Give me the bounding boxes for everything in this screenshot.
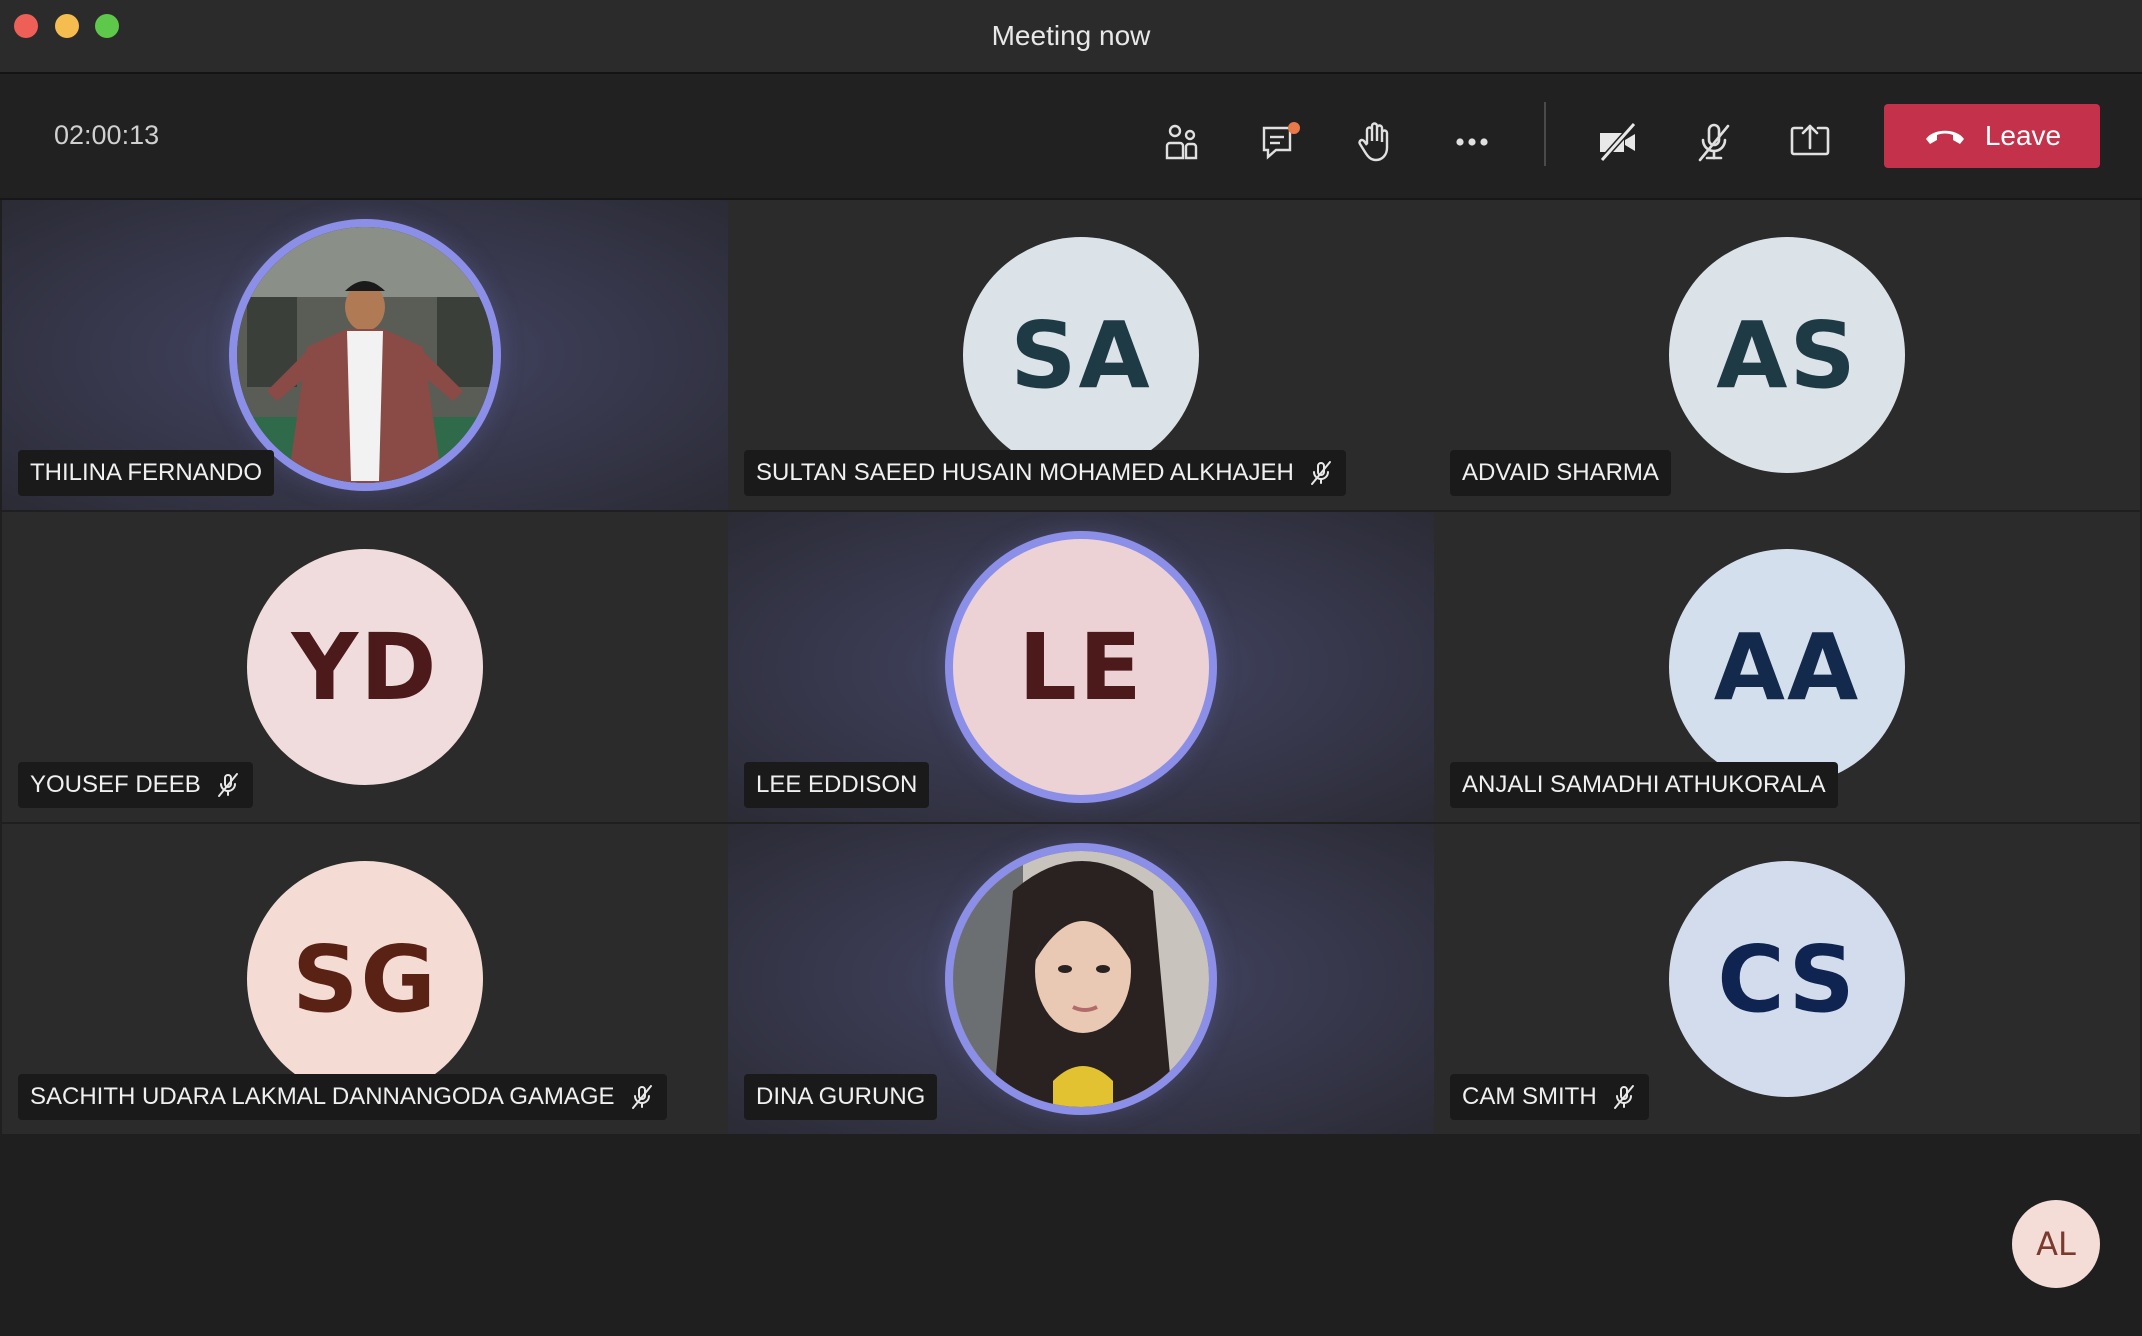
mic-toggle-button[interactable]	[1682, 110, 1746, 174]
teams-meeting-window: Meeting now 02:00:13 Leave THILINA FERNA…	[0, 0, 2142, 1336]
chat-icon	[1262, 122, 1300, 160]
participant-name-tag: SULTAN SAEED HUSAIN MOHAMED ALKHAJEH	[744, 450, 1346, 496]
participant-name-tag: LEE EDDISON	[744, 762, 930, 808]
participant-name-tag: ANJALI SAMADHI ATHUKORALA	[1450, 762, 1838, 808]
camera-off-icon	[1599, 122, 1637, 162]
participants-icon	[1165, 124, 1198, 160]
share-screen-icon	[1790, 124, 1830, 156]
participant-name: ADVAID SHARMA	[1462, 459, 1659, 486]
participant-tile[interactable]: CS CAM SMITH	[1434, 824, 2140, 1134]
participant-tile[interactable]: AS ADVAID SHARMA	[1434, 200, 2140, 510]
muted-mic-icon	[631, 1085, 652, 1109]
participant-name: SULTAN SAEED HUSAIN MOHAMED ALKHAJEH	[756, 459, 1294, 486]
leave-label: Leave	[1984, 120, 2062, 151]
share-screen-button[interactable]	[1778, 110, 1842, 174]
window-title: Meeting now	[991, 20, 1151, 51]
participant-avatar: YD	[247, 549, 483, 785]
self-avatar[interactable]: AL	[2012, 1200, 2100, 1288]
title-bar: Meeting now	[0, 0, 2142, 74]
chat-notification-badge	[1288, 122, 1300, 134]
muted-mic-icon	[1310, 461, 1331, 485]
mic-off-icon	[1698, 123, 1730, 162]
participant-tile[interactable]: LE LEE EDDISON	[728, 512, 1434, 822]
participant-name: LEE EDDISON	[756, 771, 918, 798]
raise-hand-button[interactable]	[1343, 110, 1407, 174]
participant-tile[interactable]: AA ANJALI SAMADHI ATHUKORALA	[1434, 512, 2140, 822]
participant-avatar: AA	[1669, 549, 1905, 785]
participant-grid: THILINA FERNANDO SA SULTAN SAEED HUSAIN …	[2, 200, 2140, 1146]
participant-avatar: AS	[1669, 237, 1905, 473]
participant-avatar: SA	[963, 237, 1199, 473]
more-options-icon	[1456, 138, 1488, 146]
muted-mic-icon	[217, 773, 238, 797]
participant-tile[interactable]: YD YOUSEF DEEB	[2, 512, 728, 822]
participant-avatar: LE	[953, 539, 1209, 795]
participant-tile[interactable]: SG SACHITH UDARA LAKMAL DANNANGODA GAMAG…	[2, 824, 728, 1134]
participant-name-tag: CAM SMITH	[1450, 1074, 1649, 1120]
participants-button[interactable]	[1150, 110, 1214, 174]
meeting-toolbar: 02:00:13 Leave	[0, 74, 2142, 200]
participant-name: DINA GURUNG	[756, 1083, 926, 1110]
leave-button[interactable]: Leave	[1884, 104, 2100, 168]
hang-up-icon	[1925, 130, 1964, 144]
participant-name-tag: SACHITH UDARA LAKMAL DANNANGODA GAMAGE	[18, 1074, 667, 1120]
participant-name-tag: ADVAID SHARMA	[1450, 450, 1671, 496]
chat-button[interactable]	[1248, 110, 1312, 174]
participant-photo	[953, 851, 1209, 1107]
participant-name: YOUSEF DEEB	[30, 771, 201, 798]
camera-toggle-button[interactable]	[1586, 110, 1650, 174]
more-options-button[interactable]	[1440, 110, 1504, 174]
participant-name-tag: DINA GURUNG	[744, 1074, 938, 1120]
participant-photo	[237, 227, 493, 483]
muted-mic-icon	[1613, 1085, 1634, 1109]
participant-name-tag: YOUSEF DEEB	[18, 762, 253, 808]
participant-name: SACHITH UDARA LAKMAL DANNANGODA GAMAGE	[30, 1083, 615, 1110]
participant-avatar: SG	[247, 861, 483, 1097]
participant-photo-image	[237, 227, 493, 483]
participant-photo-image	[953, 851, 1209, 1107]
participant-tile[interactable]: THILINA FERNANDO	[2, 200, 728, 510]
participant-name: ANJALI SAMADHI ATHUKORALA	[1462, 771, 1826, 798]
meeting-timer: 02:00:13	[54, 120, 160, 150]
participant-tile[interactable]: DINA GURUNG	[728, 824, 1434, 1134]
participant-name: CAM SMITH	[1462, 1083, 1597, 1110]
participant-tile[interactable]: SA SULTAN SAEED HUSAIN MOHAMED ALKHAJEH	[728, 200, 1434, 510]
toolbar-divider	[1544, 102, 1546, 166]
participant-name-tag: THILINA FERNANDO	[18, 450, 275, 496]
raise-hand-icon	[1358, 122, 1389, 162]
participant-name: THILINA FERNANDO	[30, 459, 263, 486]
participant-avatar: CS	[1669, 861, 1905, 1097]
